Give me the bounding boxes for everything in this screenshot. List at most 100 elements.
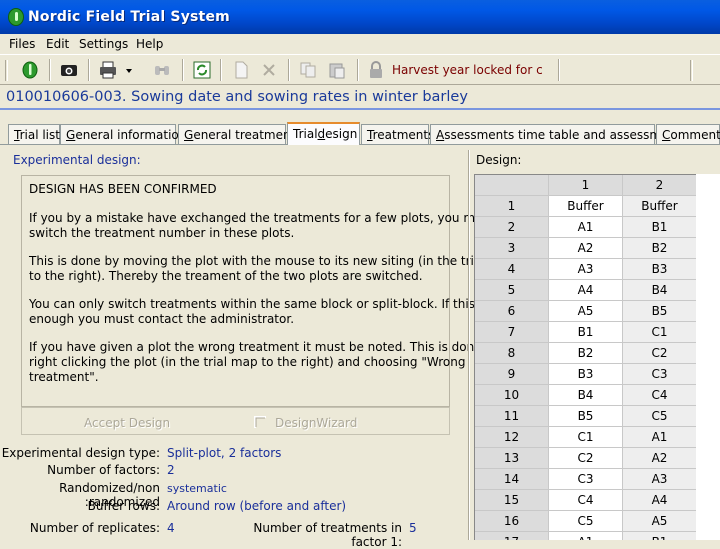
grid-row-header: 4 bbox=[475, 259, 549, 280]
tab-general-informations[interactable]: General informations bbox=[60, 124, 193, 144]
buffer-rows-value: Around row (before and after) bbox=[167, 499, 347, 513]
grid-row-header: 14 bbox=[475, 469, 549, 490]
design-type-label: Experimental design type: bbox=[1, 446, 160, 460]
grid-cell[interactable]: C1 bbox=[623, 322, 697, 343]
binoculars-icon[interactable] bbox=[153, 61, 171, 79]
window-title: Nordic Field Trial System bbox=[28, 9, 230, 25]
grid-row-header: 7 bbox=[475, 322, 549, 343]
grid-cell[interactable]: B2 bbox=[623, 238, 697, 259]
experimental-design-label: Experimental design: bbox=[13, 153, 141, 167]
grid-row-header: 16 bbox=[475, 511, 549, 532]
toolbar-separator bbox=[88, 59, 90, 81]
grid-cell[interactable]: C2 bbox=[623, 343, 697, 364]
grid-cell[interactable]: C4 bbox=[623, 385, 697, 406]
grid-cell[interactable]: B1 bbox=[623, 532, 697, 540]
design-info-text: to the right). Thereby the treament of t… bbox=[29, 269, 423, 283]
menu-help[interactable]: Help bbox=[136, 37, 163, 51]
grid-cell[interactable]: A2 bbox=[549, 238, 623, 259]
grid-cell[interactable]: B5 bbox=[549, 406, 623, 427]
design-info-text: enough you must contact the administrato… bbox=[29, 312, 295, 326]
buffer-rows-label: Buffer rows: bbox=[87, 499, 160, 513]
tab-trial-list[interactable]: Trial list bbox=[8, 124, 60, 144]
toolbar-grip[interactable] bbox=[690, 60, 693, 81]
delete-x-icon[interactable] bbox=[260, 61, 278, 79]
design-type-value: Split-plot, 2 factors bbox=[167, 446, 282, 460]
toolbar-grip[interactable] bbox=[5, 60, 8, 81]
tab-general-treatments[interactable]: General treatments bbox=[178, 124, 302, 144]
grid-cell[interactable]: C5 bbox=[549, 511, 623, 532]
grid-cell[interactable]: B3 bbox=[549, 364, 623, 385]
grid-cell[interactable]: Buffer bbox=[623, 196, 697, 217]
randomized-value: systematic bbox=[167, 482, 227, 495]
grid-cell[interactable]: B5 bbox=[623, 301, 697, 322]
grid-row-header: 10 bbox=[475, 385, 549, 406]
tab-treatments[interactable]: Treatments bbox=[361, 124, 434, 144]
grid-cell[interactable]: B1 bbox=[623, 217, 697, 238]
grid-cell[interactable]: A5 bbox=[623, 511, 697, 532]
design-info-text: switch the treatment number in these plo… bbox=[29, 226, 295, 240]
grid-row-header: 13 bbox=[475, 448, 549, 469]
grid-cell[interactable]: C5 bbox=[623, 406, 697, 427]
grid-cell[interactable]: C3 bbox=[549, 469, 623, 490]
tab-trialdesign[interactable]: Trialdesign bbox=[287, 122, 360, 145]
grid-cell[interactable]: Buffer bbox=[549, 196, 623, 217]
tab-assessments[interactable]: Assessments time table and assessments bbox=[430, 124, 687, 144]
grid-cell[interactable]: B4 bbox=[623, 280, 697, 301]
grid-scroll-area[interactable] bbox=[696, 174, 720, 540]
grid-cell[interactable]: C2 bbox=[549, 448, 623, 469]
menu-files[interactable]: Files bbox=[9, 37, 35, 51]
treatments-factor1-label: Number of treatments in factor 1: bbox=[253, 521, 402, 549]
design-info-text: You can only switch treatments within th… bbox=[29, 297, 512, 311]
trial-heading: 010010606-003. Sowing date and sowing ra… bbox=[6, 89, 468, 105]
design-info-text: If you by a mistake have exchanged the t… bbox=[29, 211, 494, 225]
grid-cell[interactable]: C3 bbox=[623, 364, 697, 385]
design-grid[interactable]: 1 2 1 Buffer Buffer 2 A1 B1 3 A2 B2 4 A3 B3 5 A4 B4 6 A5 B5… bbox=[474, 174, 720, 540]
toolbar-separator bbox=[49, 59, 51, 81]
new-document-icon[interactable] bbox=[232, 61, 250, 79]
grid-cell[interactable]: A2 bbox=[623, 448, 697, 469]
grid-cell[interactable]: A4 bbox=[549, 280, 623, 301]
grid-cell[interactable]: C4 bbox=[549, 490, 623, 511]
grid-cell[interactable]: A4 bbox=[623, 490, 697, 511]
green-leaf-icon[interactable] bbox=[21, 61, 39, 79]
menu-bar: Files Edit Settings Help bbox=[0, 34, 720, 54]
grid-row-header: 3 bbox=[475, 238, 549, 259]
grid-row-header: 8 bbox=[475, 343, 549, 364]
menu-settings[interactable]: Settings bbox=[79, 37, 128, 51]
grid-cell[interactable]: B3 bbox=[623, 259, 697, 280]
panel-divider[interactable] bbox=[468, 150, 470, 540]
grid-cell[interactable]: A3 bbox=[623, 469, 697, 490]
title-bar[interactable]: Nordic Field Trial System bbox=[0, 0, 720, 34]
grid-row-header: 17 bbox=[475, 532, 549, 540]
tab-comments[interactable]: Comments bbox=[656, 124, 720, 144]
grid-cell[interactable]: B4 bbox=[549, 385, 623, 406]
design-info-text: right clicking the plot (in the trial ma… bbox=[29, 355, 466, 369]
design-info-text: This is done by moving the plot with the… bbox=[29, 254, 516, 268]
camera-icon[interactable] bbox=[60, 61, 78, 79]
refresh-icon[interactable] bbox=[193, 61, 211, 79]
grid-column-header: 1 bbox=[549, 175, 623, 196]
replicates-value: 4 bbox=[167, 521, 175, 535]
grid-cell[interactable]: A5 bbox=[549, 301, 623, 322]
dropdown-arrow-icon[interactable] bbox=[124, 61, 134, 79]
grid-cell[interactable]: A1 bbox=[623, 427, 697, 448]
design-wizard-button[interactable]: DesignWizard bbox=[275, 416, 357, 430]
paste-icon[interactable] bbox=[328, 61, 346, 79]
toolbar: Harvest year locked for c bbox=[0, 54, 720, 85]
design-info-text: treatment". bbox=[29, 370, 99, 384]
printer-icon[interactable] bbox=[99, 61, 117, 79]
grid-row-header: 1 bbox=[475, 196, 549, 217]
factors-label: Number of factors: bbox=[47, 463, 160, 477]
copy-icon[interactable] bbox=[299, 61, 317, 79]
grid-cell[interactable]: A3 bbox=[549, 259, 623, 280]
grid-cell[interactable]: C1 bbox=[549, 427, 623, 448]
status-text: Harvest year locked for c bbox=[392, 63, 543, 77]
grid-column-header: 2 bbox=[623, 175, 697, 196]
menu-edit[interactable]: Edit bbox=[46, 37, 69, 51]
grid-cell[interactable]: B2 bbox=[549, 343, 623, 364]
grid-cell[interactable]: B1 bbox=[549, 322, 623, 343]
grid-cell[interactable]: A1 bbox=[549, 217, 623, 238]
toolbar-separator bbox=[288, 59, 290, 81]
accept-design-button[interactable]: Accept Design bbox=[84, 416, 170, 430]
grid-cell[interactable]: A1 bbox=[549, 532, 623, 540]
